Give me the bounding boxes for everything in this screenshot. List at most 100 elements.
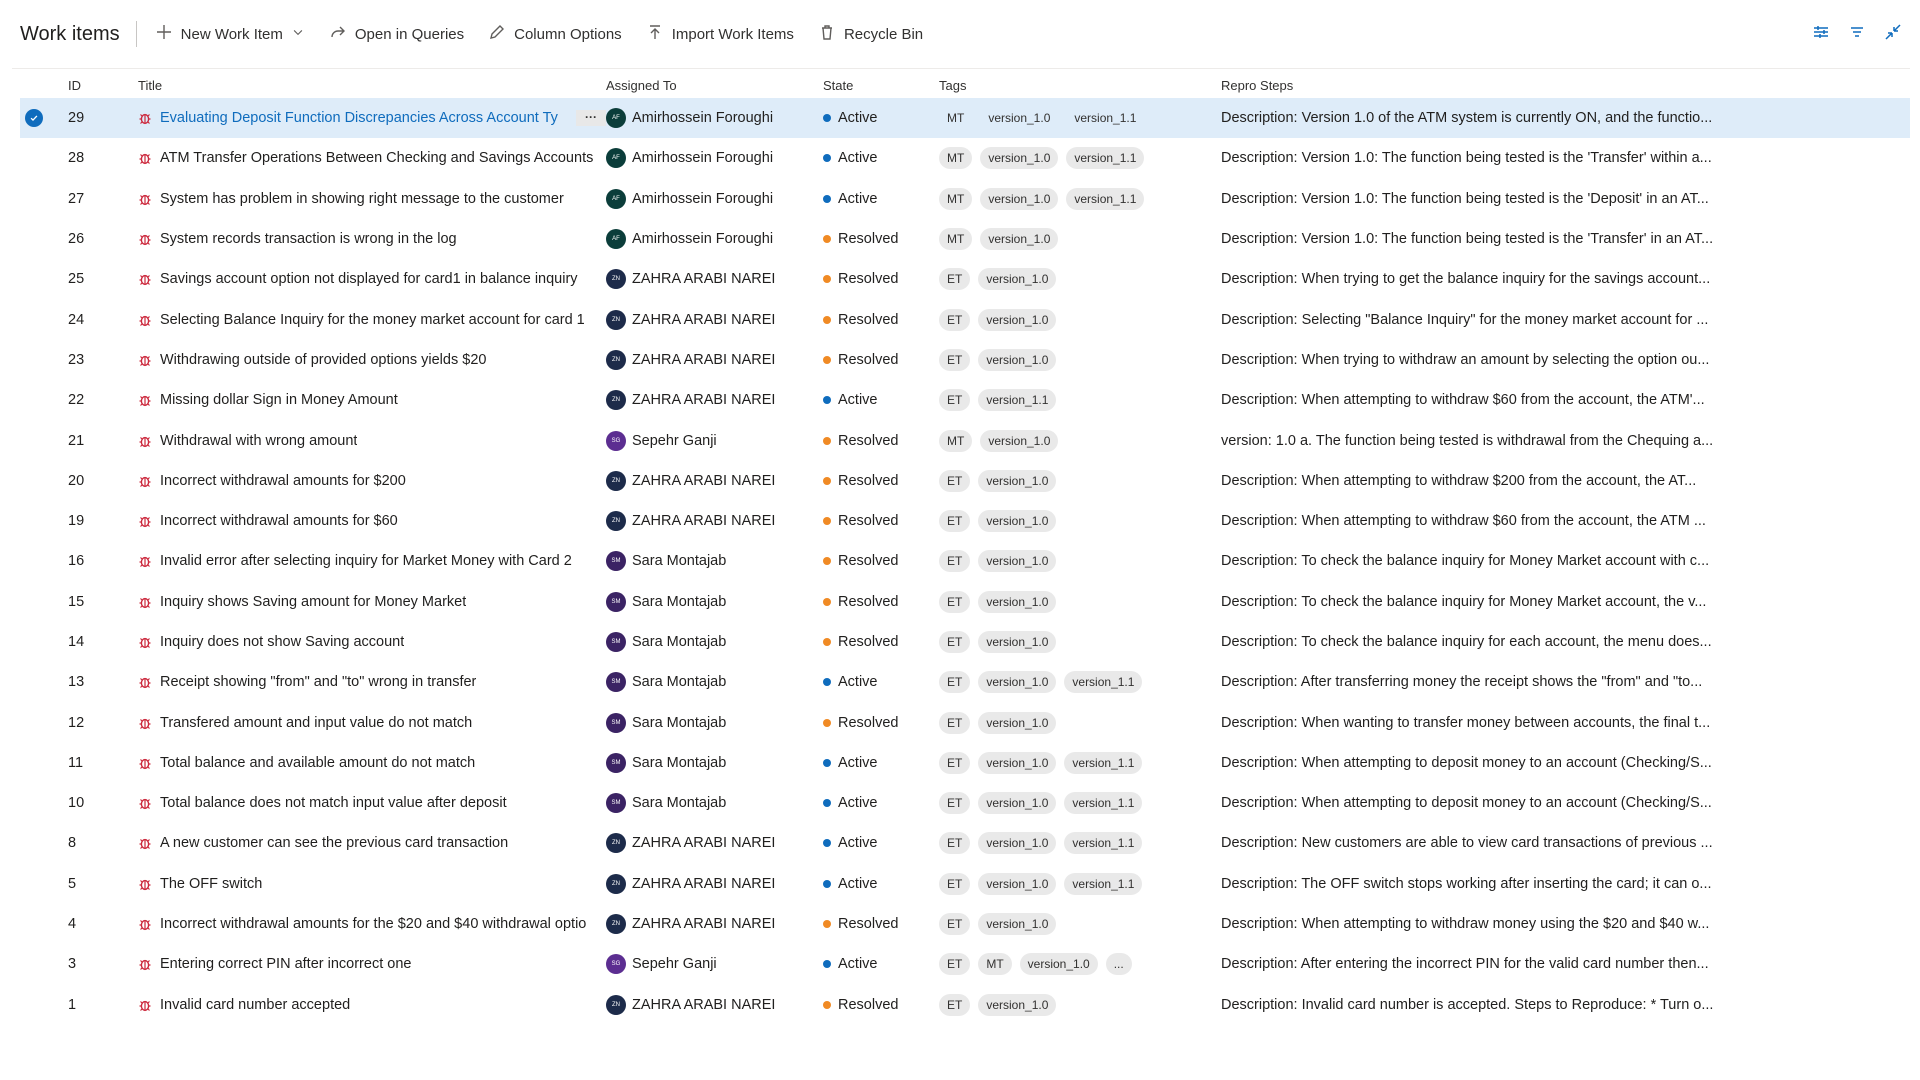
work-item-title-cell[interactable]: Withdrawing outside of provided options … [138, 352, 606, 368]
work-item-title[interactable]: Entering correct PIN after incorrect one [160, 956, 411, 972]
work-item-title-cell[interactable]: Savings account option not displayed for… [138, 271, 606, 287]
tag-chip[interactable]: ET [939, 913, 971, 936]
work-item-title-cell[interactable]: Inquiry shows Saving amount for Money Ma… [138, 594, 606, 610]
work-item-title[interactable]: Missing dollar Sign in Money Amount [160, 392, 398, 408]
tag-chip[interactable]: version_1.0 [978, 590, 1057, 613]
column-header-assigned-to[interactable]: Assigned To [606, 78, 823, 93]
row-select-cell[interactable] [20, 109, 48, 128]
tag-chip[interactable]: ET [939, 993, 971, 1016]
tag-chip[interactable]: ET [939, 389, 971, 412]
column-header-repro-steps[interactable]: Repro Steps [1221, 78, 1741, 93]
tag-chip[interactable]: ET [939, 751, 971, 774]
work-item-title-cell[interactable]: Total balance and available amount do no… [138, 755, 606, 771]
work-item-title[interactable]: Receipt showing "from" and "to" wrong in… [160, 674, 476, 690]
work-item-title-cell[interactable]: System has problem in showing right mess… [138, 191, 606, 207]
tag-chip[interactable]: version_1.1 [1066, 147, 1145, 170]
filter-icon[interactable] [1848, 23, 1866, 45]
work-item-title[interactable]: Evaluating Deposit Function Discrepancie… [160, 110, 558, 126]
tag-chip[interactable]: version_1.1 [1064, 792, 1143, 815]
work-item-title[interactable]: The OFF switch [160, 876, 262, 892]
tag-chip[interactable]: version_1.1 [978, 389, 1057, 412]
table-row[interactable]: 14 Inquiry does not show Saving account SM… [20, 622, 1910, 662]
work-item-title-cell[interactable]: The OFF switch [138, 876, 606, 892]
work-item-title-cell[interactable]: Receipt showing "from" and "to" wrong in… [138, 674, 606, 690]
tag-chip[interactable]: ET [939, 308, 971, 331]
tag-chip[interactable]: version_1.0 [978, 268, 1057, 291]
tag-chip[interactable]: ET [939, 832, 971, 855]
work-item-title[interactable]: Selecting Balance Inquiry for the money … [160, 312, 585, 328]
tag-chip[interactable]: MT [939, 429, 973, 452]
tag-chip[interactable]: ET [939, 953, 971, 976]
column-options-button[interactable]: Column Options [488, 23, 622, 45]
tag-chip[interactable]: version_1.0 [978, 751, 1057, 774]
work-item-title-cell[interactable]: Total balance does not match input value… [138, 795, 606, 811]
recycle-bin-button[interactable]: Recycle Bin [818, 23, 923, 45]
tag-chip[interactable]: version_1.1 [1066, 187, 1145, 210]
table-row[interactable]: 16 Invalid error after selecting inquiry … [20, 541, 1910, 581]
table-row[interactable]: 23 Withdrawing outside of provided option… [20, 340, 1910, 380]
open-in-queries-button[interactable]: Open in Queries [329, 23, 464, 45]
column-header-state[interactable]: State [823, 78, 939, 93]
work-item-title-cell[interactable]: Missing dollar Sign in Money Amount [138, 392, 606, 408]
work-item-title-cell[interactable]: Entering correct PIN after incorrect one [138, 956, 606, 972]
table-row[interactable]: 10 Total balance does not match input val… [20, 783, 1910, 823]
tag-chip[interactable]: ET [939, 792, 971, 815]
tag-chip[interactable]: ET [939, 268, 971, 291]
work-item-title[interactable]: Invalid error after selecting inquiry fo… [160, 553, 572, 569]
work-item-title[interactable]: Inquiry does not show Saving account [160, 634, 404, 650]
table-row[interactable]: 24 Selecting Balance Inquiry for the mone… [20, 299, 1910, 339]
tag-chip[interactable]: ET [939, 711, 971, 734]
new-work-item-button[interactable]: New Work Item [155, 23, 305, 45]
tag-chip[interactable]: version_1.0 [978, 348, 1057, 371]
tag-chip[interactable]: MT [939, 107, 972, 129]
work-item-title-cell[interactable]: System records transaction is wrong in t… [138, 231, 606, 247]
table-row[interactable]: 11 Total balance and available amount do … [20, 743, 1910, 783]
work-item-title-cell[interactable]: ATM Transfer Operations Between Checking… [138, 150, 606, 166]
tag-chip[interactable]: version_1.0 [978, 792, 1057, 815]
work-item-title[interactable]: Invalid card number accepted [160, 997, 350, 1013]
tag-chip[interactable]: version_1.0 [978, 993, 1057, 1016]
view-options-icon[interactable] [1812, 23, 1830, 45]
table-row[interactable]: 20 Incorrect withdrawal amounts for $200 Z… [20, 461, 1910, 501]
work-item-title[interactable]: System has problem in showing right mess… [160, 191, 564, 207]
tag-chip[interactable]: version_1.1 [1064, 751, 1143, 774]
work-item-title[interactable]: Total balance and available amount do no… [160, 755, 475, 771]
tag-chip[interactable]: ET [939, 469, 971, 492]
tag-chip[interactable]: ... [1105, 953, 1132, 976]
work-item-title[interactable]: Total balance does not match input value… [160, 795, 507, 811]
work-item-title-cell[interactable]: Incorrect withdrawal amounts for the $20… [138, 916, 606, 932]
tag-chip[interactable]: ET [939, 631, 971, 653]
tag-chip[interactable]: version_1.0 [978, 711, 1057, 734]
table-row[interactable]: 4 Incorrect withdrawal amounts for the $2… [20, 904, 1910, 944]
table-row[interactable]: 5 The OFF switch ZN ZAHRA ARABI NAREI Active… [20, 864, 1910, 904]
tag-chip[interactable]: version_1.0 [978, 510, 1057, 533]
work-item-title[interactable]: A new customer can see the previous card… [160, 835, 508, 851]
tag-chip[interactable]: ET [939, 671, 971, 694]
tag-chip[interactable]: ET [939, 550, 971, 573]
work-item-title[interactable]: Savings account option not displayed for… [160, 271, 578, 287]
work-item-title-cell[interactable]: Evaluating Deposit Function Discrepancie… [138, 110, 606, 127]
tag-chip[interactable]: version_1.0 [978, 550, 1057, 573]
table-row[interactable]: 25 Savings account option not displayed f… [20, 259, 1910, 299]
table-row[interactable]: 8 A new customer can see the previous car… [20, 823, 1910, 863]
tag-chip[interactable]: MT [939, 147, 973, 170]
work-item-title[interactable]: Incorrect withdrawal amounts for $200 [160, 473, 406, 489]
collapse-fullscreen-icon[interactable] [1884, 23, 1902, 45]
table-row[interactable]: 19 Incorrect withdrawal amounts for $60 ZN… [20, 501, 1910, 541]
work-item-title-cell[interactable]: Invalid card number accepted [138, 997, 606, 1013]
tag-chip[interactable]: version_1.0 [978, 832, 1057, 855]
work-item-title-cell[interactable]: Invalid error after selecting inquiry fo… [138, 553, 606, 569]
tag-chip[interactable]: MT [939, 187, 973, 210]
work-item-title[interactable]: Withdrawal with wrong amount [160, 433, 357, 449]
work-item-title-cell[interactable]: Selecting Balance Inquiry for the money … [138, 312, 606, 328]
tag-chip[interactable]: version_1.1 [1066, 107, 1144, 129]
tag-chip[interactable]: ET [939, 348, 971, 371]
tag-chip[interactable]: version_1.0 [1019, 953, 1098, 976]
table-row[interactable]: 22 Missing dollar Sign in Money Amount ZN Z… [20, 380, 1910, 420]
tag-chip[interactable]: version_1.0 [980, 147, 1059, 170]
table-row[interactable]: 29 Evaluating Deposit Function Discrepanc… [20, 98, 1910, 139]
table-row[interactable]: 21 Withdrawal with wrong amount SG Sepehr G… [20, 420, 1910, 460]
tag-chip[interactable]: version_1.0 [980, 107, 1058, 129]
tag-chip[interactable]: ET [939, 590, 971, 613]
tag-chip[interactable]: version_1.0 [978, 671, 1057, 694]
